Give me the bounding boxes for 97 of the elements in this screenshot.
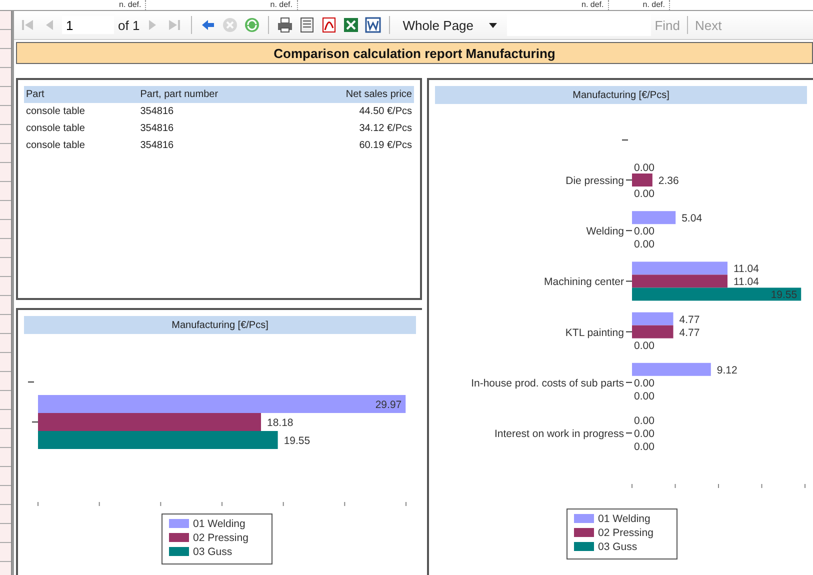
tick-mark — [626, 331, 632, 332]
next-page-icon — [149, 20, 156, 30]
sheet-cell: n. def. — [115, 0, 146, 10]
bar — [632, 211, 676, 224]
value-label: 18.18 — [267, 417, 294, 429]
table-cell: 44.50 €/Pcs — [286, 103, 414, 120]
value-label: 0.00 — [634, 441, 654, 453]
report-title: Comparison calculation report Manufacturing — [16, 42, 813, 64]
value-label: 0.00 — [634, 390, 654, 402]
zoom-dropdown[interactable]: Whole Page — [396, 15, 503, 35]
tick-mark — [674, 484, 676, 488]
value-label: 29.97 — [375, 399, 402, 411]
legend-swatch — [169, 519, 189, 528]
tick-mark — [761, 484, 762, 488]
value-label: 0.00 — [634, 226, 654, 238]
table-cell-text: console table — [25, 122, 86, 136]
category-label: KTL painting — [565, 326, 624, 339]
bar — [632, 325, 674, 338]
stop-icon — [222, 17, 238, 33]
column-header: Part — [24, 86, 138, 103]
value-label: 0.00 — [634, 162, 654, 174]
legend-label: 02 Pressing — [193, 532, 248, 544]
value-label: 11.04 — [734, 263, 759, 276]
value-label: 0.00 — [634, 340, 654, 352]
last-page-icon — [169, 20, 180, 30]
previous-page-icon — [46, 20, 52, 30]
tick-mark — [160, 502, 162, 506]
category-label: Welding — [586, 226, 624, 238]
value-label: 9.12 — [716, 364, 738, 376]
tick-mark — [282, 502, 284, 506]
legend-label: 01 Welding — [193, 518, 246, 530]
tick-mark — [626, 280, 632, 282]
page-number-field[interactable]: 1 — [62, 16, 114, 34]
spreadsheet-icon — [342, 17, 359, 33]
spreadsheet-button[interactable] — [342, 16, 360, 34]
value-label: 4.77 — [679, 326, 700, 339]
bar — [632, 312, 674, 326]
legend-label: 03 Guss — [193, 546, 232, 558]
tick-mark — [626, 230, 632, 232]
tick-mark — [344, 502, 346, 506]
value-label: 4.77 — [679, 314, 700, 326]
column-header: Part, part number — [138, 86, 287, 103]
value-label: 0.00 — [634, 428, 654, 440]
page-layout-button[interactable] — [298, 16, 316, 34]
category-label: Interest on work in progress — [494, 428, 624, 440]
pdf-button[interactable] — [320, 16, 338, 34]
sheet-cell: n. def. — [578, 0, 609, 10]
legend-label: 03 Guss — [598, 541, 638, 553]
table-cell: console table — [24, 103, 138, 120]
refresh-icon — [244, 17, 260, 33]
document-icon — [364, 17, 381, 33]
legend-label: 02 Pressing — [598, 527, 654, 539]
printer-button[interactable] — [276, 16, 294, 34]
tick-mark — [626, 382, 632, 383]
legend-swatch — [574, 514, 594, 523]
tick-mark — [718, 484, 719, 488]
table-cell-text: 354816 — [139, 122, 175, 136]
value-label: 11.04 — [734, 276, 759, 288]
value-label: 2.36 — [658, 175, 679, 187]
caret-icon — [488, 22, 497, 28]
column-header: Net sales price — [286, 86, 414, 103]
value-label: 0.00 — [634, 415, 654, 427]
bar — [632, 174, 652, 186]
value-label: 0.00 — [634, 377, 654, 390]
first-page-icon — [22, 20, 32, 30]
chart-title: Manufacturing [€/Pcs] — [435, 86, 807, 104]
value-label: 0.00 — [634, 188, 654, 200]
category-label: Die pressing — [566, 175, 624, 187]
legend-swatch — [169, 547, 189, 556]
table-cell-text: 354816 — [139, 139, 175, 153]
value-label: 0.00 — [634, 238, 654, 251]
sheet-cell: n. def. — [266, 0, 298, 10]
legend-swatch — [169, 533, 189, 542]
table-cell-text: 60.19 €/Pcs — [358, 139, 413, 153]
tick-mark — [626, 432, 632, 434]
tick-mark — [98, 502, 100, 506]
value-label: 19.55 — [284, 435, 310, 447]
category-label: Machining center — [544, 276, 624, 288]
tick-mark — [804, 484, 806, 488]
back-arrow-icon — [202, 20, 214, 30]
table-cell-text: console table — [25, 139, 86, 153]
value-label: 5.04 — [682, 212, 702, 225]
chart-title: Manufacturing [€/Pcs] — [24, 316, 416, 334]
table-cell-text: 34.12 €/Pcs — [358, 122, 413, 136]
legend-swatch — [574, 528, 594, 537]
value-label: 19.55 — [770, 289, 798, 302]
table-cell: 354816 — [138, 103, 287, 120]
refresh-button[interactable] — [242, 16, 261, 34]
page-layout-icon — [298, 17, 315, 33]
category-label: In-house prod. costs of sub parts — [471, 377, 624, 390]
legend-label: 01 Welding — [598, 513, 650, 525]
printer-icon — [276, 17, 293, 33]
legend-swatch — [574, 542, 594, 551]
page-count: of 1 — [118, 18, 140, 32]
sheet-cell: n. def. — [638, 0, 670, 10]
document-button[interactable] — [364, 16, 382, 34]
pdf-icon — [320, 17, 337, 33]
